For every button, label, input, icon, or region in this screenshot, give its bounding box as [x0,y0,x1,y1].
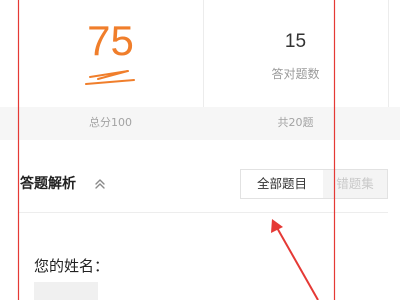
total-score-value: 75 [87,17,134,64]
exam-result-page: 75 15 答对题数 总分100 共20题 答题解析 全部题目 错题集 您的姓名… [0,0,400,300]
question-prompt: 您的姓名： [34,257,110,275]
tab-wrong-questions[interactable]: 错题集 [323,170,387,198]
question-filter-tabs: 全部题目 错题集 [240,169,388,199]
section-divider [18,212,388,213]
analysis-title: 答题解析 [20,176,76,192]
double-chevron-up-icon[interactable] [93,178,107,190]
answer-placeholder [34,282,98,300]
question-total-label: 共20题 [277,116,314,129]
score-underline-icon [85,70,135,85]
correct-count-label: 答对题数 [271,67,320,81]
total-score-label: 总分100 [89,116,132,129]
score-card: 75 15 答对题数 总分100 共20题 [0,0,400,140]
tab-all-questions[interactable]: 全部题目 [241,170,324,198]
correct-count-value: 15 [284,31,307,52]
